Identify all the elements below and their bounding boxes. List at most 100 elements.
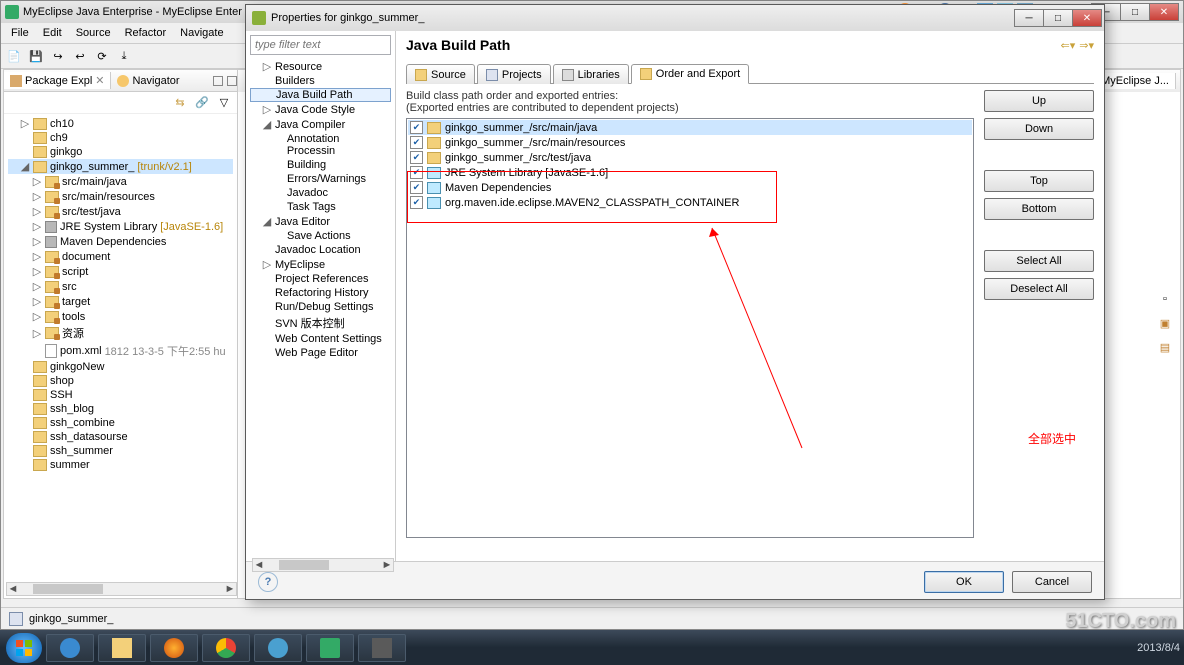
task-app2[interactable] (358, 634, 406, 662)
tree-item[interactable]: ▷ch10 (8, 116, 233, 131)
category-item[interactable]: Run/Debug Settings (250, 300, 391, 314)
scroll-thumb[interactable] (33, 584, 103, 594)
task-myeclipse[interactable] (306, 634, 354, 662)
expander-icon[interactable]: ◢ (20, 160, 30, 173)
task-explorer[interactable] (98, 634, 146, 662)
task-firefox[interactable] (150, 634, 198, 662)
category-item[interactable]: Javadoc Location (250, 243, 391, 257)
tab-projects[interactable]: Projects (477, 64, 551, 84)
expander-icon[interactable]: ▷ (32, 190, 42, 203)
category-item[interactable]: ▷MyEclipse (250, 257, 391, 272)
tree-item[interactable]: ◢ginkgo_summer_ [trunk/v2.1] (8, 159, 233, 174)
close-icon[interactable]: ✕ (95, 74, 104, 87)
category-item[interactable]: ◢Java Compiler (250, 117, 391, 132)
maximize-button[interactable]: □ (1043, 9, 1073, 27)
tree-item[interactable]: ▷target (8, 294, 233, 309)
category-item[interactable]: Building (250, 158, 391, 172)
maximize-icon[interactable] (227, 76, 237, 86)
tree-item[interactable]: ▷资源 (8, 324, 233, 342)
category-item[interactable]: Builders (250, 74, 391, 88)
category-item[interactable]: Errors/Warnings (250, 172, 391, 186)
expander-icon[interactable]: ▷ (32, 265, 42, 278)
scroll-left-icon[interactable]: ◄ (7, 583, 19, 595)
help-button[interactable]: ? (258, 572, 278, 592)
expander-icon[interactable]: ◢ (262, 215, 272, 228)
expander-icon[interactable]: ▷ (32, 220, 42, 233)
category-item[interactable]: Java Build Path (250, 88, 391, 102)
tab-libraries[interactable]: Libraries (553, 64, 629, 84)
tree-item[interactable]: ▷tools (8, 309, 233, 324)
category-item[interactable]: Refactoring History (250, 286, 391, 300)
tree-item[interactable]: ▷src/main/java (8, 174, 233, 189)
tree-item[interactable]: ▷src/test/java (8, 204, 233, 219)
category-item[interactable]: Javadoc (250, 186, 391, 200)
select-all-button[interactable]: Select All (984, 250, 1094, 272)
filter-input[interactable] (250, 35, 391, 55)
tree-item[interactable]: ginkgoNew (8, 360, 233, 374)
tree-item[interactable]: ssh_combine (8, 416, 233, 430)
tree-item[interactable]: ssh_datasourse (8, 430, 233, 444)
horizontal-scrollbar[interactable]: ◄ ► (6, 582, 237, 596)
scroll-right-icon[interactable]: ► (381, 559, 393, 571)
tab-navigator[interactable]: Navigator (111, 73, 185, 89)
toolbar-button[interactable]: ↩ (71, 47, 89, 65)
maximize-button[interactable]: □ (1120, 3, 1150, 21)
tree-item[interactable]: ssh_blog (8, 402, 233, 416)
tree-item[interactable]: ▷src (8, 279, 233, 294)
expander-icon[interactable]: ▷ (262, 258, 272, 271)
link-editor-button[interactable]: 🔗 (193, 94, 211, 112)
checkbox[interactable] (410, 181, 423, 194)
tree-item[interactable]: shop (8, 374, 233, 388)
menu-file[interactable]: File (5, 25, 35, 41)
minimize-button[interactable]: ─ (1014, 9, 1044, 27)
category-item[interactable]: Web Content Settings (250, 332, 391, 346)
list-item[interactable]: org.maven.ide.eclipse.MAVEN2_CLASSPATH_C… (408, 195, 972, 210)
start-button[interactable] (6, 633, 42, 663)
checkbox[interactable] (410, 196, 423, 209)
list-item[interactable]: ginkgo_summer_/src/main/java (408, 120, 972, 135)
tree-item[interactable]: ▷Maven Dependencies (8, 234, 233, 249)
scroll-right-icon[interactable]: ► (224, 583, 236, 595)
checkbox[interactable] (410, 121, 423, 134)
expander-icon[interactable]: ▷ (32, 235, 42, 248)
scroll-thumb[interactable] (279, 560, 329, 570)
minimize-icon[interactable] (213, 76, 223, 86)
bottom-button[interactable]: Bottom (984, 198, 1094, 220)
menu-source[interactable]: Source (70, 25, 117, 41)
expander-icon[interactable]: ▷ (262, 60, 272, 73)
checkbox[interactable] (410, 151, 423, 164)
expander-icon[interactable]: ▷ (32, 250, 42, 263)
view-menu-button[interactable]: ▽ (215, 94, 233, 112)
collapse-all-button[interactable]: ⇆ (171, 94, 189, 112)
tab-source[interactable]: Source (406, 64, 475, 84)
list-item[interactable]: JRE System Library [JavaSE-1.6] (408, 165, 972, 180)
new-button[interactable]: 📄 (5, 47, 23, 65)
tree-item[interactable]: ▷script (8, 264, 233, 279)
forward-button[interactable]: ⇒▾ (1079, 39, 1094, 52)
ok-button[interactable]: OK (924, 571, 1004, 593)
list-item[interactable]: Maven Dependencies (408, 180, 972, 195)
expander-icon[interactable]: ▷ (262, 103, 272, 116)
list-item[interactable]: ginkgo_summer_/src/main/resources (408, 135, 972, 150)
category-item[interactable]: ◢Java Editor (250, 214, 391, 229)
expander-icon[interactable]: ▷ (32, 295, 42, 308)
tree-item[interactable]: ch9 (8, 131, 233, 145)
list-item[interactable]: ginkgo_summer_/src/test/java (408, 150, 972, 165)
category-item[interactable]: Save Actions (250, 229, 391, 243)
menu-edit[interactable]: Edit (37, 25, 68, 41)
checkbox[interactable] (410, 166, 423, 179)
cancel-button[interactable]: Cancel (1012, 571, 1092, 593)
category-tree[interactable]: ▷ResourceBuildersJava Build Path▷Java Co… (250, 59, 391, 360)
package-tree[interactable]: ▷ch10ch9ginkgo◢ginkgo_summer_ [trunk/v2.… (4, 114, 237, 594)
tab-order-and-export[interactable]: Order and Export (631, 64, 749, 84)
expander-icon[interactable]: ▷ (32, 327, 42, 340)
tree-item[interactable]: summer (8, 458, 233, 472)
task-app[interactable] (254, 634, 302, 662)
category-item[interactable]: Annotation Processin (250, 132, 391, 158)
tree-item[interactable]: ▷src/main/resources (8, 189, 233, 204)
category-item[interactable]: ▷Resource (250, 59, 391, 74)
horizontal-scrollbar[interactable]: ◄ ► (252, 558, 394, 572)
close-button[interactable]: ✕ (1149, 3, 1179, 21)
expander-icon[interactable]: ▷ (32, 175, 42, 188)
expander-icon[interactable]: ▷ (20, 117, 30, 130)
